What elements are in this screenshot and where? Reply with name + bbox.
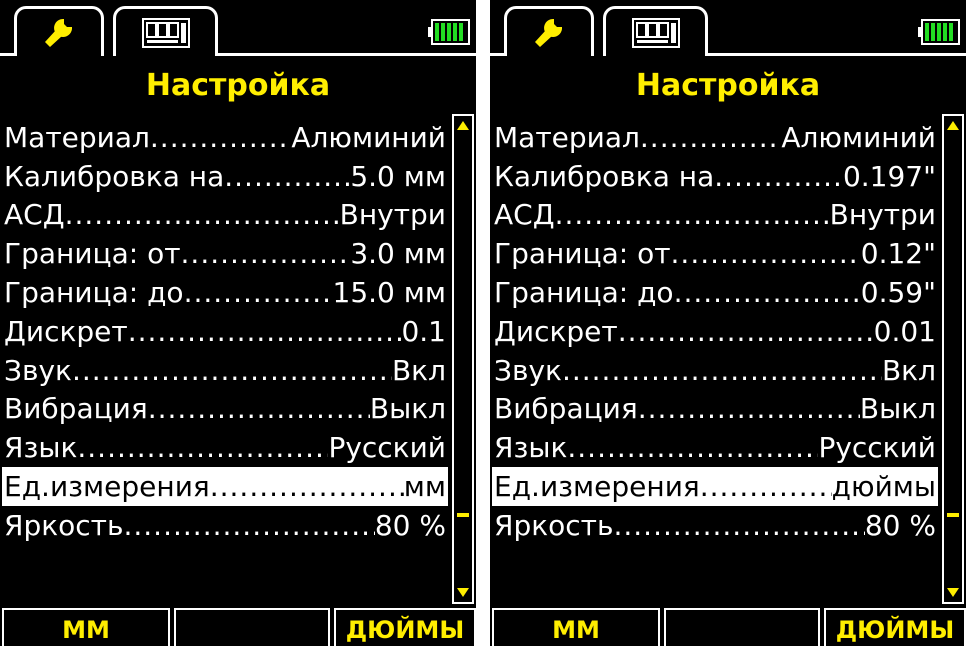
page-title: Настройка: [145, 68, 331, 103]
arrow-up-icon[interactable]: [946, 118, 960, 132]
device-screen-left: Настройка МатериалАлюминий Калибровка на…: [0, 0, 476, 646]
menu-item-resolution[interactable]: Дискрет0.01: [492, 312, 938, 351]
wrench-icon: [535, 18, 563, 47]
softkey-left[interactable]: ММ: [2, 608, 170, 646]
menu-item-calibration[interactable]: Калибровка на5.0 мм: [2, 157, 448, 196]
device-screen-right: Настройка МатериалАлюминий Калибровка на…: [490, 0, 966, 646]
menu-item-material[interactable]: МатериалАлюминий: [2, 118, 448, 157]
menu-item-vibration[interactable]: ВибрацияВыкл: [2, 390, 448, 429]
arrow-up-icon[interactable]: [456, 118, 470, 132]
battery-icon: [918, 19, 960, 45]
battery-icon: [428, 19, 470, 45]
scrollbar-thumb[interactable]: [947, 513, 959, 518]
menu-scrollbar[interactable]: [942, 114, 964, 604]
menu-item-brightness[interactable]: Яркость80 %: [492, 506, 938, 545]
scrollbar-thumb[interactable]: [457, 513, 469, 518]
menu-item-limit-to[interactable]: Граница: до0.59": [492, 273, 938, 312]
softkey-center[interactable]: [174, 608, 330, 646]
softkey-bar: ММ ДЮЙМЫ: [0, 608, 476, 646]
tab-underline: [490, 53, 504, 56]
menu-item-material[interactable]: МатериалАлюминий: [492, 118, 938, 157]
tab-underline: [708, 53, 966, 56]
arrow-down-icon[interactable]: [946, 586, 960, 600]
tab-display[interactable]: [113, 6, 218, 56]
softkey-right[interactable]: ДЮЙМЫ: [824, 608, 966, 646]
tab-settings[interactable]: [504, 6, 594, 56]
menu-item-vibration[interactable]: ВибрацияВыкл: [492, 390, 938, 429]
digits-display-icon: [631, 17, 680, 48]
menu-scrollbar[interactable]: [452, 114, 474, 604]
menu-item-units[interactable]: Ед.измерениямм: [2, 467, 448, 506]
menu-item-asd[interactable]: АСДВнутри: [2, 196, 448, 235]
settings-menu: МатериалАлюминий Калибровка на0.197" АСД…: [492, 118, 938, 545]
menu-item-limit-from[interactable]: Граница: от0.12": [492, 234, 938, 273]
softkey-bar: ММ ДЮЙМЫ: [490, 608, 966, 646]
menu-item-units[interactable]: Ед.измерениядюймы: [492, 467, 938, 506]
menu-item-asd[interactable]: АСДВнутри: [492, 196, 938, 235]
menu-item-language[interactable]: ЯзыкРусский: [2, 428, 448, 467]
menu-item-sound[interactable]: ЗвукВкл: [492, 351, 938, 390]
wrench-icon: [45, 18, 73, 47]
digits-display-icon: [141, 17, 190, 48]
menu-item-brightness[interactable]: Яркость80 %: [2, 506, 448, 545]
softkey-right[interactable]: ДЮЙМЫ: [334, 608, 476, 646]
menu-item-sound[interactable]: ЗвукВкл: [2, 351, 448, 390]
tab-underline: [0, 53, 14, 56]
menu-item-limit-from[interactable]: Граница: от3.0 мм: [2, 234, 448, 273]
menu-item-calibration[interactable]: Калибровка на0.197": [492, 157, 938, 196]
arrow-down-icon[interactable]: [456, 586, 470, 600]
tab-display[interactable]: [603, 6, 708, 56]
softkey-left[interactable]: ММ: [492, 608, 660, 646]
settings-menu: МатериалАлюминий Калибровка на5.0 мм АСД…: [2, 118, 448, 545]
menu-item-resolution[interactable]: Дискрет0.1: [2, 312, 448, 351]
menu-item-limit-to[interactable]: Граница: до15.0 мм: [2, 273, 448, 312]
tab-underline: [218, 53, 476, 56]
page-title: Настройка: [635, 68, 821, 103]
tab-bar: [490, 0, 966, 56]
tab-settings[interactable]: [14, 6, 104, 56]
softkey-center[interactable]: [664, 608, 820, 646]
tab-bar: [0, 0, 476, 56]
menu-item-language[interactable]: ЯзыкРусский: [492, 428, 938, 467]
